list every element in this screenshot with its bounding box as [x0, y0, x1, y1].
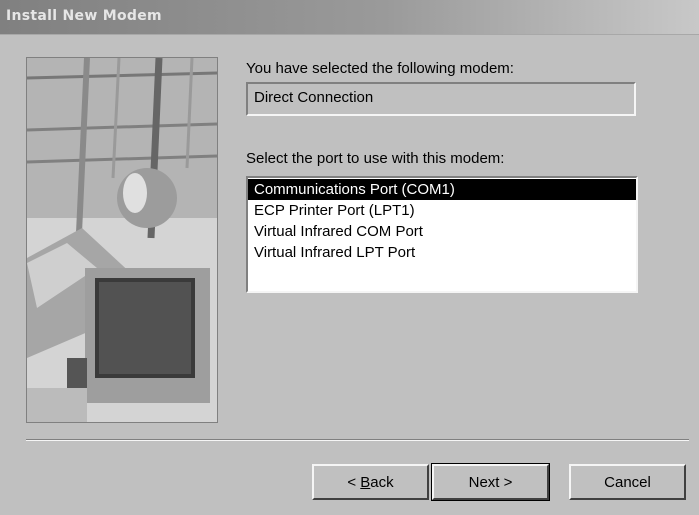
cancel-button[interactable]: Cancel	[569, 464, 686, 500]
selected-modem-label: You have selected the following modem:	[246, 60, 514, 77]
back-button-rest: ack	[370, 473, 394, 491]
port-listbox[interactable]: Communications Port (COM1) ECP Printer P…	[246, 176, 638, 293]
next-button-label: Next >	[468, 473, 513, 491]
port-option-com1[interactable]: Communications Port (COM1)	[248, 179, 636, 200]
cancel-button-label: Cancel	[604, 473, 651, 491]
wizard-illustration-art	[27, 58, 217, 422]
window-title: Install New Modem	[6, 8, 162, 24]
port-option-infrared-com[interactable]: Virtual Infrared COM Port	[248, 221, 636, 242]
port-option-lpt1[interactable]: ECP Printer Port (LPT1)	[248, 200, 636, 221]
port-option-infrared-lpt[interactable]: Virtual Infrared LPT Port	[248, 242, 636, 263]
selected-modem-field: Direct Connection	[246, 82, 636, 116]
port-select-label: Select the port to use with this modem:	[246, 150, 505, 167]
back-button-prefix: <	[347, 473, 361, 491]
next-button[interactable]: Next >	[431, 463, 550, 501]
back-button[interactable]: < Back	[312, 464, 429, 500]
back-button-accelerator: B	[360, 473, 371, 491]
wizard-illustration	[26, 57, 218, 423]
footer-divider	[26, 439, 689, 441]
title-bar: Install New Modem	[0, 0, 699, 35]
